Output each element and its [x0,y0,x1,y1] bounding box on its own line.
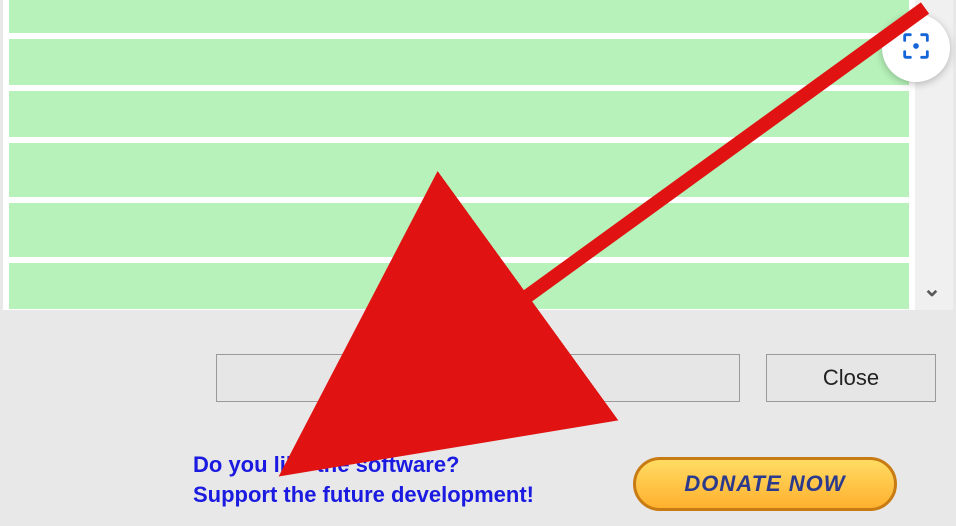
list-item[interactable] [9,0,909,33]
list-item[interactable] [9,39,909,85]
donate-line-2: Support the future development! [193,482,534,507]
list-item[interactable] [9,91,909,137]
list-item[interactable] [9,203,909,257]
list-item[interactable] [9,263,909,309]
visual-search-button[interactable] [882,14,950,82]
settings-list[interactable] [3,0,915,310]
close-button[interactable]: Close [766,354,936,402]
app-window: ⌄ Set changed settings Close Do you like… [0,0,956,526]
list-item[interactable] [9,143,909,197]
scan-icon [899,29,933,68]
chevron-down-icon[interactable]: ⌄ [921,278,943,300]
donate-now-button[interactable]: DONATE NOW [633,457,897,511]
set-changed-settings-button[interactable]: Set changed settings [216,354,740,402]
donate-line-1: Do you like the software? [193,452,460,477]
donate-message: Do you like the software? Support the fu… [193,450,534,510]
